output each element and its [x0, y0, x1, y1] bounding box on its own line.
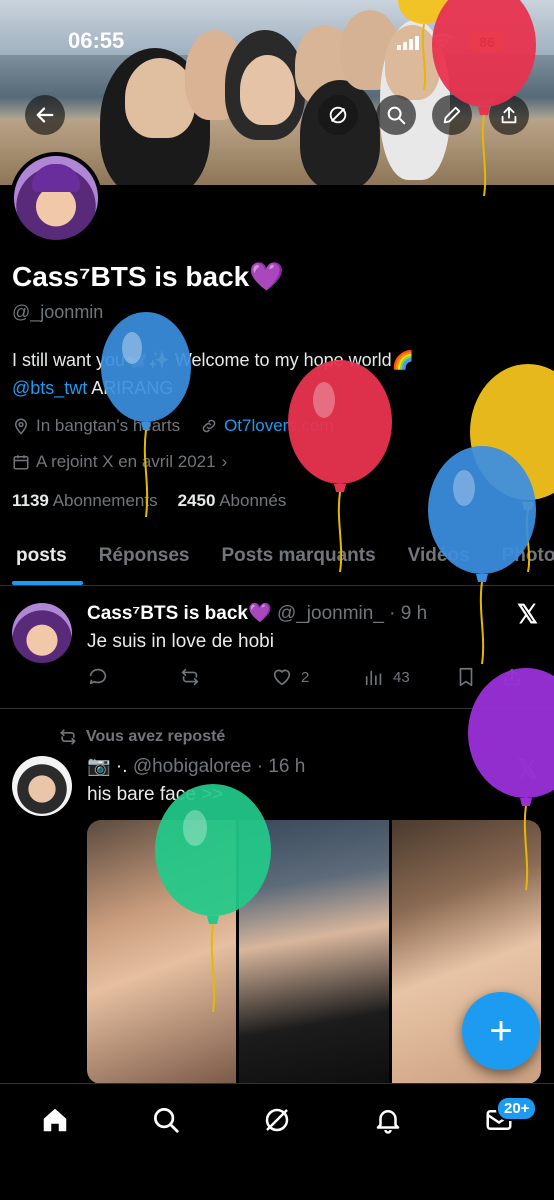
profile-banner[interactable]: 06:55 86	[0, 0, 554, 185]
followers-count: 2450	[177, 491, 216, 510]
status-bar: 06:55 86	[0, 28, 554, 58]
purple-heart-icon: 💜	[247, 603, 272, 624]
post-text: his bare face >>	[87, 784, 224, 805]
profile-meta: In bangtan's hearts Ot7lovers.com	[12, 416, 334, 436]
profile-name-text: Cass⁷BTS is back	[12, 261, 250, 292]
back-button[interactable]	[25, 95, 65, 135]
battery-indicator: 86	[470, 32, 504, 52]
bookmark-button[interactable]	[455, 666, 501, 688]
post-handle-time: @hobigaloree · 16 h	[132, 756, 306, 777]
status-time: 06:55	[68, 28, 125, 53]
tab-posts[interactable]: posts	[0, 530, 83, 585]
grok-icon	[265, 1108, 289, 1132]
following-label: Abonnements	[52, 491, 158, 510]
signal-icon	[397, 36, 419, 50]
post-handle-time: @_joonmin_ · 9 h	[276, 603, 428, 624]
wifi-icon	[432, 32, 454, 55]
nav-explore[interactable]	[148, 1102, 184, 1138]
post-actions: 2 43	[87, 666, 547, 688]
bio-line2: ARIRANG	[87, 378, 174, 398]
nav-home[interactable]	[37, 1102, 73, 1138]
grok-button[interactable]	[318, 95, 358, 135]
post-header: Cass⁷BTS is back💜 @_joonmin_ · 9 h	[87, 601, 427, 625]
edit-icon	[443, 106, 461, 124]
like-count: 2	[301, 668, 310, 686]
follow-stats: 1139 Abonnements 2450 Abonnés	[12, 491, 286, 511]
joined-row[interactable]: A rejoint X en avril 2021 ›	[12, 452, 227, 472]
followers-label: Abonnés	[219, 491, 287, 510]
location-item: In bangtan's hearts	[12, 416, 180, 436]
post-item[interactable]: Cass⁷BTS is back💜 @_joonmin_ · 9 h 𝕏 Je …	[0, 587, 554, 709]
share-icon	[501, 106, 517, 124]
x-logo-icon: 𝕏	[517, 599, 538, 629]
calendar-icon	[13, 455, 29, 470]
media-photo[interactable]	[239, 820, 389, 1084]
search-icon	[387, 106, 406, 125]
post-text: Je suis in love de hobi	[87, 631, 274, 652]
avatar-hat	[32, 164, 80, 192]
media-photo[interactable]	[87, 820, 237, 1084]
grok-icon	[329, 106, 347, 124]
notifications-icon	[376, 1110, 400, 1134]
website-item[interactable]: Ot7lovers.com	[200, 416, 334, 436]
purple-heart-icon: 💜	[249, 261, 285, 292]
post-header: 📷 ·. @hobigaloree · 16 h	[87, 754, 305, 778]
views-button[interactable]: 43	[363, 666, 455, 688]
chevron-right-icon: ›	[221, 452, 228, 471]
post-author-name: Cass⁷BTS is back	[87, 603, 248, 624]
bookmark-icon	[459, 667, 473, 687]
messages-badge: 20+	[496, 1096, 538, 1121]
views-icon	[365, 670, 382, 686]
edit-button[interactable]	[432, 95, 472, 135]
nav-grok[interactable]	[259, 1102, 295, 1138]
profile-avatar[interactable]	[10, 152, 102, 244]
reply-button[interactable]	[87, 666, 179, 688]
back-arrow-icon	[36, 107, 54, 123]
heart-icon	[273, 669, 291, 686]
post-avatar[interactable]	[12, 603, 72, 663]
profile-bio: I still want you🦋✨ Welcome to my hope wo…	[12, 346, 542, 402]
share-icon	[504, 668, 520, 686]
location-text: In bangtan's hearts	[36, 416, 181, 435]
x-logo-icon: 𝕏	[517, 754, 538, 784]
explore-icon	[154, 1108, 179, 1133]
banner-person	[240, 55, 295, 125]
tab-photos[interactable]: Photos	[486, 530, 554, 585]
website-link[interactable]: Ot7lovers.com	[224, 416, 334, 436]
bio-line1: I still want you🦋✨ Welcome to my hope wo…	[12, 350, 415, 370]
joined-item[interactable]: A rejoint X en avril 2021 ›	[12, 452, 227, 472]
bottom-nav: 20+	[0, 1083, 554, 1200]
tab-replies[interactable]: Réponses	[83, 530, 206, 585]
link-icon	[202, 419, 216, 433]
profile-handle: @_joonmin	[12, 302, 104, 322]
compose-button[interactable]: +	[462, 992, 540, 1070]
profile-name: Cass⁷BTS is back💜	[12, 260, 284, 293]
tab-videos[interactable]: Vidéos	[392, 530, 486, 585]
like-button[interactable]: 2	[271, 666, 363, 688]
joined-text: A rejoint X en avril 2021	[36, 452, 216, 471]
profile-tabs: posts Réponses Posts marquants Vidéos Ph…	[0, 530, 554, 586]
repost-button[interactable]	[179, 666, 271, 688]
following-count: 1139	[12, 491, 49, 510]
home-icon	[43, 1108, 67, 1132]
views-count: 43	[393, 668, 410, 686]
post-author-name: 📷 ·.	[87, 756, 128, 777]
share-post-button[interactable]	[501, 666, 541, 688]
plus-icon: +	[489, 1008, 513, 1053]
search-button[interactable]	[376, 95, 416, 135]
nav-notifications[interactable]	[370, 1102, 406, 1138]
tab-highlights[interactable]: Posts marquants	[206, 530, 392, 585]
followers-stat[interactable]: 2450 Abonnés	[178, 491, 287, 511]
bio-mention-link[interactable]: @bts_twt	[12, 378, 87, 398]
post-avatar[interactable]	[12, 756, 72, 816]
share-button[interactable]	[489, 95, 529, 135]
repost-icon	[181, 668, 199, 686]
location-pin-icon	[14, 418, 28, 435]
reply-icon	[89, 668, 107, 685]
following-stat[interactable]: 1139 Abonnements	[12, 491, 158, 511]
